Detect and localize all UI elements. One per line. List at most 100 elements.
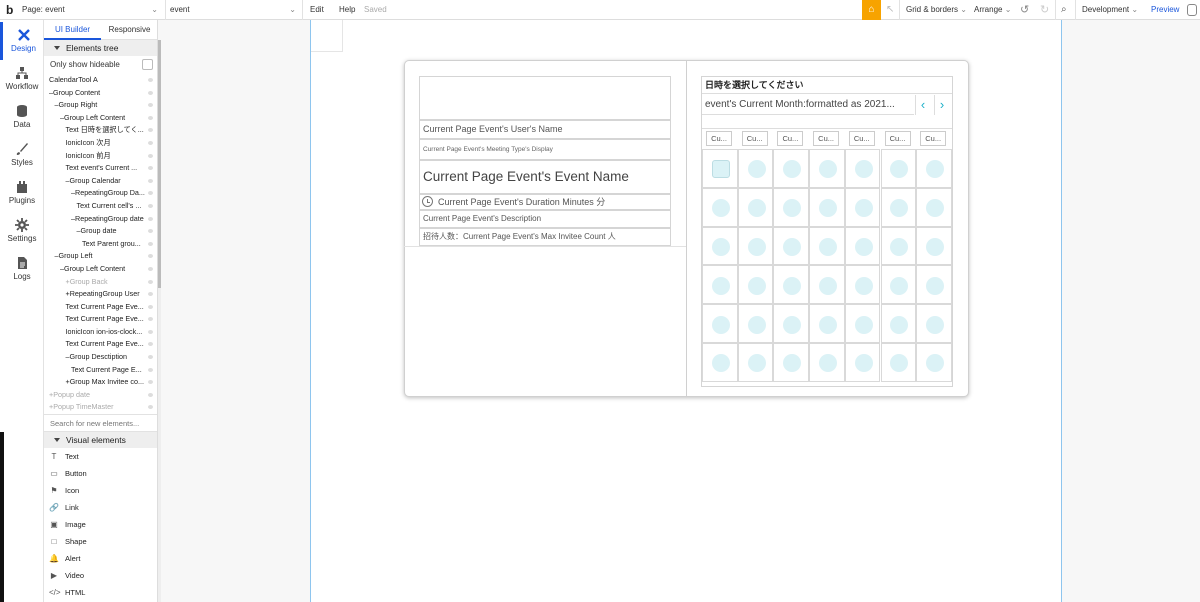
date-dot[interactable] (818, 237, 837, 256)
date-cell[interactable] (916, 343, 952, 382)
date-dot[interactable] (783, 237, 802, 256)
description-text[interactable]: Current Page Event's Description (419, 210, 671, 228)
rail-data[interactable]: Data (0, 98, 44, 136)
tree-item[interactable]: –Group Content (44, 87, 157, 100)
date-cell[interactable] (809, 149, 845, 188)
eye-icon[interactable] (148, 229, 153, 234)
group-calendar-container[interactable]: 日時を選択してください event's Current Month:format… (701, 76, 953, 387)
date-dot[interactable] (854, 354, 873, 373)
eye-icon[interactable] (148, 367, 153, 372)
eye-icon[interactable] (148, 216, 153, 221)
undo-icon[interactable]: ↺ (1020, 0, 1029, 20)
date-dot[interactable] (747, 160, 766, 179)
date-cell[interactable] (773, 343, 810, 382)
element-selector[interactable]: event ⌄ (170, 0, 300, 20)
visual-element-text[interactable]: T Text (44, 448, 157, 465)
eye-icon[interactable] (148, 304, 153, 309)
tab-responsive[interactable]: Responsive (101, 20, 157, 40)
date-dot[interactable] (854, 315, 873, 334)
date-dot[interactable] (783, 315, 802, 334)
date-dot[interactable] (926, 315, 945, 334)
date-dot[interactable] (926, 160, 945, 179)
date-cell[interactable] (702, 226, 738, 266)
date-cell[interactable] (737, 226, 774, 266)
date-cell[interactable] (737, 343, 774, 382)
date-cell[interactable] (702, 187, 738, 227)
date-dot[interactable] (854, 199, 873, 218)
visual-element-html[interactable]: </> HTML (44, 584, 157, 601)
date-dot[interactable] (854, 237, 873, 256)
tree-item[interactable]: IonicIcon ion-ios-clock... (44, 326, 157, 339)
prev-month-icon[interactable]: ‹ (915, 95, 930, 115)
eye-icon[interactable] (148, 78, 153, 82)
date-dot[interactable] (747, 315, 766, 334)
date-dot[interactable] (747, 237, 766, 256)
tree-item[interactable]: –Group date (44, 225, 157, 238)
date-dot[interactable] (711, 354, 730, 373)
rail-logs[interactable]: Logs (0, 250, 44, 288)
tree-item[interactable]: Text Current Page E... (44, 364, 157, 377)
rail-settings[interactable]: Settings (0, 212, 44, 250)
rail-workflow[interactable]: Workflow (0, 60, 44, 98)
tree-item[interactable]: –Group Left (44, 250, 157, 263)
tree-item[interactable]: Text Parent grou... (44, 238, 157, 251)
elements-tree-header[interactable]: Elements tree (44, 40, 157, 56)
tree-item[interactable]: –Group Left Content (44, 112, 157, 125)
date-cell[interactable] (809, 226, 845, 266)
date-dot[interactable] (890, 237, 909, 256)
eye-icon[interactable] (148, 254, 153, 259)
date-cell[interactable] (702, 265, 738, 305)
eye-icon[interactable] (148, 140, 153, 145)
visual-element-shape[interactable]: □ Shape (44, 533, 157, 550)
tree-item[interactable]: +Popup TimeMaster (44, 401, 157, 414)
search-icon[interactable]: ⌕ (1061, 0, 1067, 20)
tree-item[interactable]: Text 日時を選択してく... (44, 124, 157, 137)
group-left-content[interactable]: Current Page Event's User's Name Current… (419, 76, 671, 246)
arrange-menu[interactable]: Arrange ⌄ (974, 0, 1011, 20)
date-dot[interactable] (747, 199, 766, 218)
date-cell[interactable] (773, 226, 810, 266)
tree-item[interactable]: IonicIcon 次月 (44, 137, 157, 150)
tree-item[interactable]: –Group Right (44, 99, 157, 112)
tree-item[interactable]: –Group Calendar (44, 175, 157, 188)
only-show-hideable-toggle[interactable]: Only show hideable (44, 56, 157, 74)
tree-item[interactable]: Text Current Page Eve... (44, 338, 157, 351)
date-cell[interactable] (809, 343, 845, 382)
tree-item[interactable]: +Group Back (44, 276, 157, 289)
tree-item[interactable]: CalendarTool A (44, 74, 157, 87)
date-cell[interactable] (702, 304, 738, 343)
date-dot[interactable] (818, 199, 837, 218)
date-cell[interactable] (844, 149, 881, 188)
date-cell[interactable] (844, 304, 881, 343)
edit-menu[interactable]: Edit (310, 0, 324, 20)
date-dot[interactable] (711, 160, 730, 179)
eye-icon[interactable] (148, 166, 153, 171)
date-dot[interactable] (711, 315, 730, 334)
eye-icon[interactable] (148, 279, 153, 284)
eye-icon[interactable] (148, 153, 153, 158)
date-cell[interactable] (880, 226, 917, 266)
visual-element-image[interactable]: ▣ Image (44, 516, 157, 533)
date-dot[interactable] (783, 276, 802, 295)
date-cell[interactable] (844, 187, 881, 227)
date-cell[interactable] (844, 343, 881, 382)
eye-icon[interactable] (148, 329, 153, 334)
search-elements-input[interactable]: Search for new elements... (44, 414, 157, 433)
tree-item[interactable]: –RepeatingGroup Da... (44, 187, 157, 200)
date-dot[interactable] (747, 354, 766, 373)
environment-selector[interactable]: Development ⌄ (1082, 0, 1138, 20)
date-dot[interactable] (818, 160, 837, 179)
date-cell[interactable] (880, 304, 917, 343)
date-dot[interactable] (783, 354, 802, 373)
tree-item[interactable]: –RepeatingGroup date (44, 213, 157, 226)
date-cell[interactable] (773, 304, 810, 343)
tree-item[interactable]: +RepeatingGroup User (44, 288, 157, 301)
gift-button[interactable]: ⌂ (862, 0, 881, 20)
tree-item[interactable]: Text event's Current ... (44, 162, 157, 175)
duration-row[interactable]: Current Page Event's Duration Minutes 分 (419, 194, 671, 210)
date-dot[interactable] (818, 276, 837, 295)
date-dot[interactable] (926, 276, 945, 295)
date-dot[interactable] (711, 199, 730, 218)
visual-element-icon[interactable]: ⚑ Icon (44, 482, 157, 499)
eye-icon[interactable] (148, 342, 153, 347)
